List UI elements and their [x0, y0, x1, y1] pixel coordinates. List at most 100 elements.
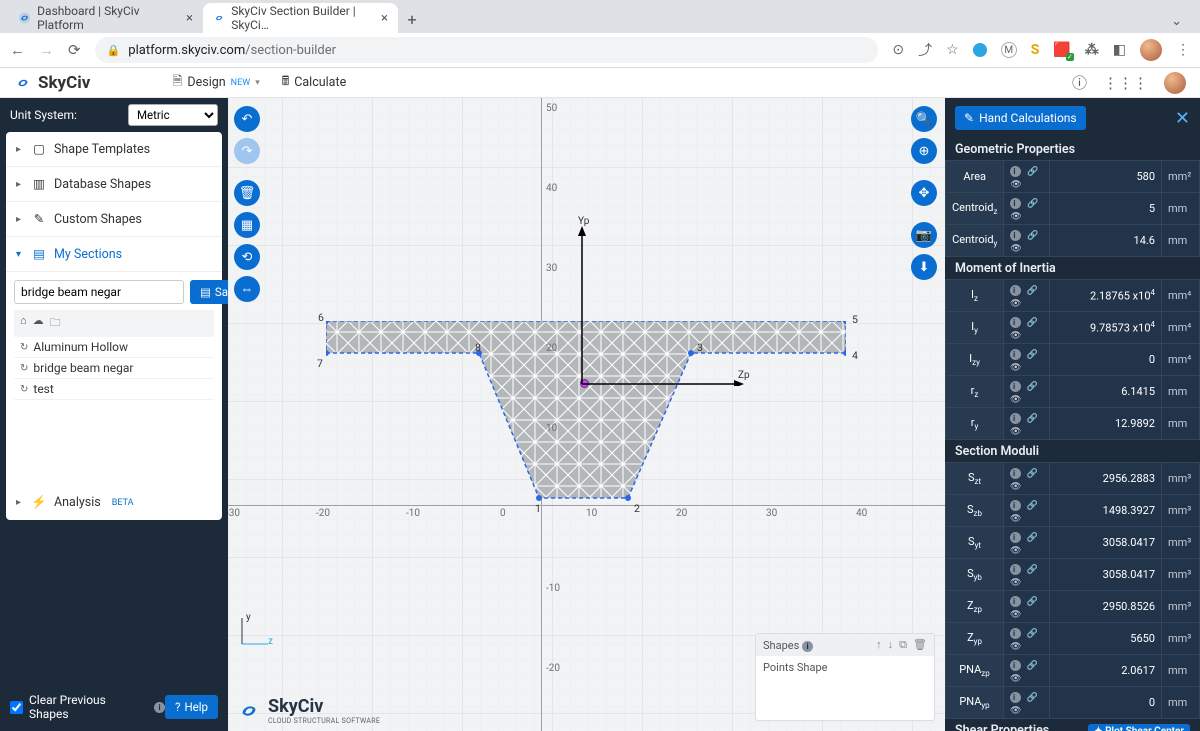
move-down-icon[interactable]: ↓: [888, 638, 894, 652]
eye-icon[interactable]: 👁: [1010, 180, 1024, 190]
nav-reload-icon[interactable]: ⟳: [68, 41, 81, 59]
rotate-button[interactable]: ⟲: [234, 244, 260, 270]
link-icon[interactable]: 🔗: [1027, 382, 1041, 392]
help-button[interactable]: ?Help: [165, 695, 218, 719]
profile-avatar[interactable]: [1140, 39, 1162, 61]
link-icon[interactable]: 🔗: [1027, 501, 1041, 511]
list-item[interactable]: ↻ test: [14, 379, 214, 400]
extensions-icon[interactable]: ⁂: [1085, 42, 1099, 58]
link-icon[interactable]: 🔗: [1027, 629, 1041, 639]
link-icon[interactable]: 🔗: [1027, 199, 1041, 209]
search-icon[interactable]: ⊙: [892, 42, 904, 58]
section-name-input[interactable]: [14, 280, 184, 304]
eye-icon[interactable]: 👁: [1010, 212, 1024, 222]
home-icon[interactable]: ⌂: [20, 314, 27, 333]
eye-icon[interactable]: 👁: [1010, 331, 1024, 341]
info-icon[interactable]: i: [1010, 413, 1021, 424]
acc-analysis[interactable]: ▸⚡AnalysisBETA: [6, 485, 222, 520]
menu-design[interactable]: 🗎 Design NEW ▾: [172, 72, 259, 93]
link-icon[interactable]: 🔗: [1027, 167, 1041, 177]
tabstrip-chevron-down-icon[interactable]: ⌄: [1165, 10, 1188, 33]
redo-button[interactable]: ↷: [234, 138, 260, 164]
link-icon[interactable]: 🔗: [1027, 231, 1041, 241]
move-up-icon[interactable]: ↑: [876, 638, 882, 652]
folder-icon[interactable]: 🗀: [50, 314, 61, 333]
acc-custom-shapes[interactable]: ▸✎Custom Shapes: [6, 202, 222, 237]
cloud-icon[interactable]: ☁: [33, 314, 44, 333]
eye-icon[interactable]: 👁: [1010, 610, 1024, 620]
eye-icon[interactable]: 👁: [1010, 482, 1024, 492]
acc-my-sections[interactable]: ▾▤My Sections: [6, 237, 222, 272]
browser-tab-1[interactable]: SkyCiv Section Builder | SkyCi… ×: [203, 3, 398, 33]
info-icon[interactable]: i: [1010, 230, 1021, 241]
undo-button[interactable]: ↶: [234, 106, 260, 132]
info-icon[interactable]: i: [1010, 317, 1021, 328]
link-icon[interactable]: 🔗: [1027, 318, 1041, 328]
link-icon[interactable]: 🔗: [1027, 661, 1041, 671]
info-icon[interactable]: i: [1010, 381, 1021, 392]
dimension-button[interactable]: ⇔: [234, 276, 260, 302]
ext-cloud-icon[interactable]: [973, 43, 987, 57]
shapes-list-item[interactable]: Points Shape: [763, 661, 927, 674]
close-panel-icon[interactable]: ✕: [1175, 108, 1190, 129]
info-icon[interactable]: i: [802, 641, 813, 652]
info-icon[interactable]: i: [1010, 349, 1021, 360]
eye-icon[interactable]: 👁: [1010, 642, 1024, 652]
acc-database-shapes[interactable]: ▸▥Database Shapes: [6, 167, 222, 202]
download-button[interactable]: ⬇: [911, 254, 937, 280]
nav-back-icon[interactable]: ←: [10, 41, 25, 59]
info-icon[interactable]: i: [1010, 198, 1021, 209]
help-icon[interactable]: ⓘ: [1072, 72, 1087, 93]
info-icon[interactable]: i: [1010, 166, 1021, 177]
info-icon[interactable]: i: [1010, 564, 1021, 575]
eye-icon[interactable]: 👁: [1010, 299, 1024, 309]
trash-icon[interactable]: 🗑: [913, 638, 927, 652]
omnibox[interactable]: 🔒 platform.skyciv.com/section-builder: [95, 37, 879, 63]
nav-forward-icon[interactable]: →: [39, 41, 54, 59]
clear-prev-input[interactable]: [10, 701, 23, 714]
clear-prev-checkbox[interactable]: Clear Previous Shapes i: [10, 693, 165, 721]
info-icon[interactable]: i: [1010, 285, 1021, 296]
info-icon[interactable]: i: [1010, 692, 1021, 703]
share-icon[interactable]: ⤴: [918, 40, 932, 60]
eye-icon[interactable]: 👁: [1010, 546, 1024, 556]
link-icon[interactable]: 🔗: [1027, 597, 1041, 607]
info-icon[interactable]: i: [1010, 660, 1021, 671]
info-icon[interactable]: i: [1010, 500, 1021, 511]
menu-calculate[interactable]: 🖩 Calculate: [282, 72, 346, 93]
camera-button[interactable]: 📷: [911, 222, 937, 248]
copy-icon[interactable]: ⧉: [899, 638, 907, 652]
grid-button[interactable]: ▦: [234, 212, 260, 238]
tab-close-icon[interactable]: ×: [381, 11, 388, 26]
app-logo[interactable]: SkyCiv: [14, 73, 90, 93]
hand-calculations-button[interactable]: ✎Hand Calculations: [955, 106, 1086, 130]
info-icon[interactable]: i: [1010, 628, 1021, 639]
list-item[interactable]: ↻ Aluminum Hollow: [14, 337, 214, 358]
ext-s-icon[interactable]: S: [1031, 42, 1040, 58]
eye-icon[interactable]: 👁: [1010, 244, 1024, 254]
canvas-area[interactable]: Yp Zp ↶ ↷ 🗑 ▦ ⟲ ⇔ 🔍 ⊕ ✥ 📷 ⬇ y z: [228, 98, 945, 731]
new-tab-button[interactable]: +: [398, 5, 426, 33]
eye-icon[interactable]: 👁: [1010, 395, 1024, 405]
link-icon[interactable]: 🔗: [1027, 469, 1041, 479]
star-icon[interactable]: ☆: [946, 42, 959, 58]
link-icon[interactable]: 🔗: [1027, 533, 1041, 543]
list-item[interactable]: ↻ bridge beam negar: [14, 358, 214, 379]
eye-icon[interactable]: 👁: [1010, 514, 1024, 524]
apps-icon[interactable]: ⋮⋮⋮: [1103, 74, 1148, 92]
delete-button[interactable]: 🗑: [234, 180, 260, 206]
link-icon[interactable]: 🔗: [1027, 350, 1041, 360]
eye-icon[interactable]: 👁: [1010, 706, 1024, 716]
info-icon[interactable]: i: [1010, 468, 1021, 479]
link-icon[interactable]: 🔗: [1027, 286, 1041, 296]
user-avatar[interactable]: [1164, 72, 1186, 94]
zoom-in-button[interactable]: 🔍: [911, 106, 937, 132]
acc-shape-templates[interactable]: ▸▢Shape Templates: [6, 132, 222, 167]
shapes-list[interactable]: Points Shape: [756, 656, 934, 720]
link-icon[interactable]: 🔗: [1027, 693, 1041, 703]
ext-shield-icon[interactable]: 🟥✓: [1053, 42, 1070, 58]
unit-system-select[interactable]: Metric: [128, 104, 218, 126]
plot-shear-button[interactable]: ✦ Plot Shear Center: [1088, 724, 1190, 731]
browser-tab-0[interactable]: Dashboard | SkyCiv Platform ×: [8, 3, 203, 33]
center-button[interactable]: ✥: [911, 180, 937, 206]
